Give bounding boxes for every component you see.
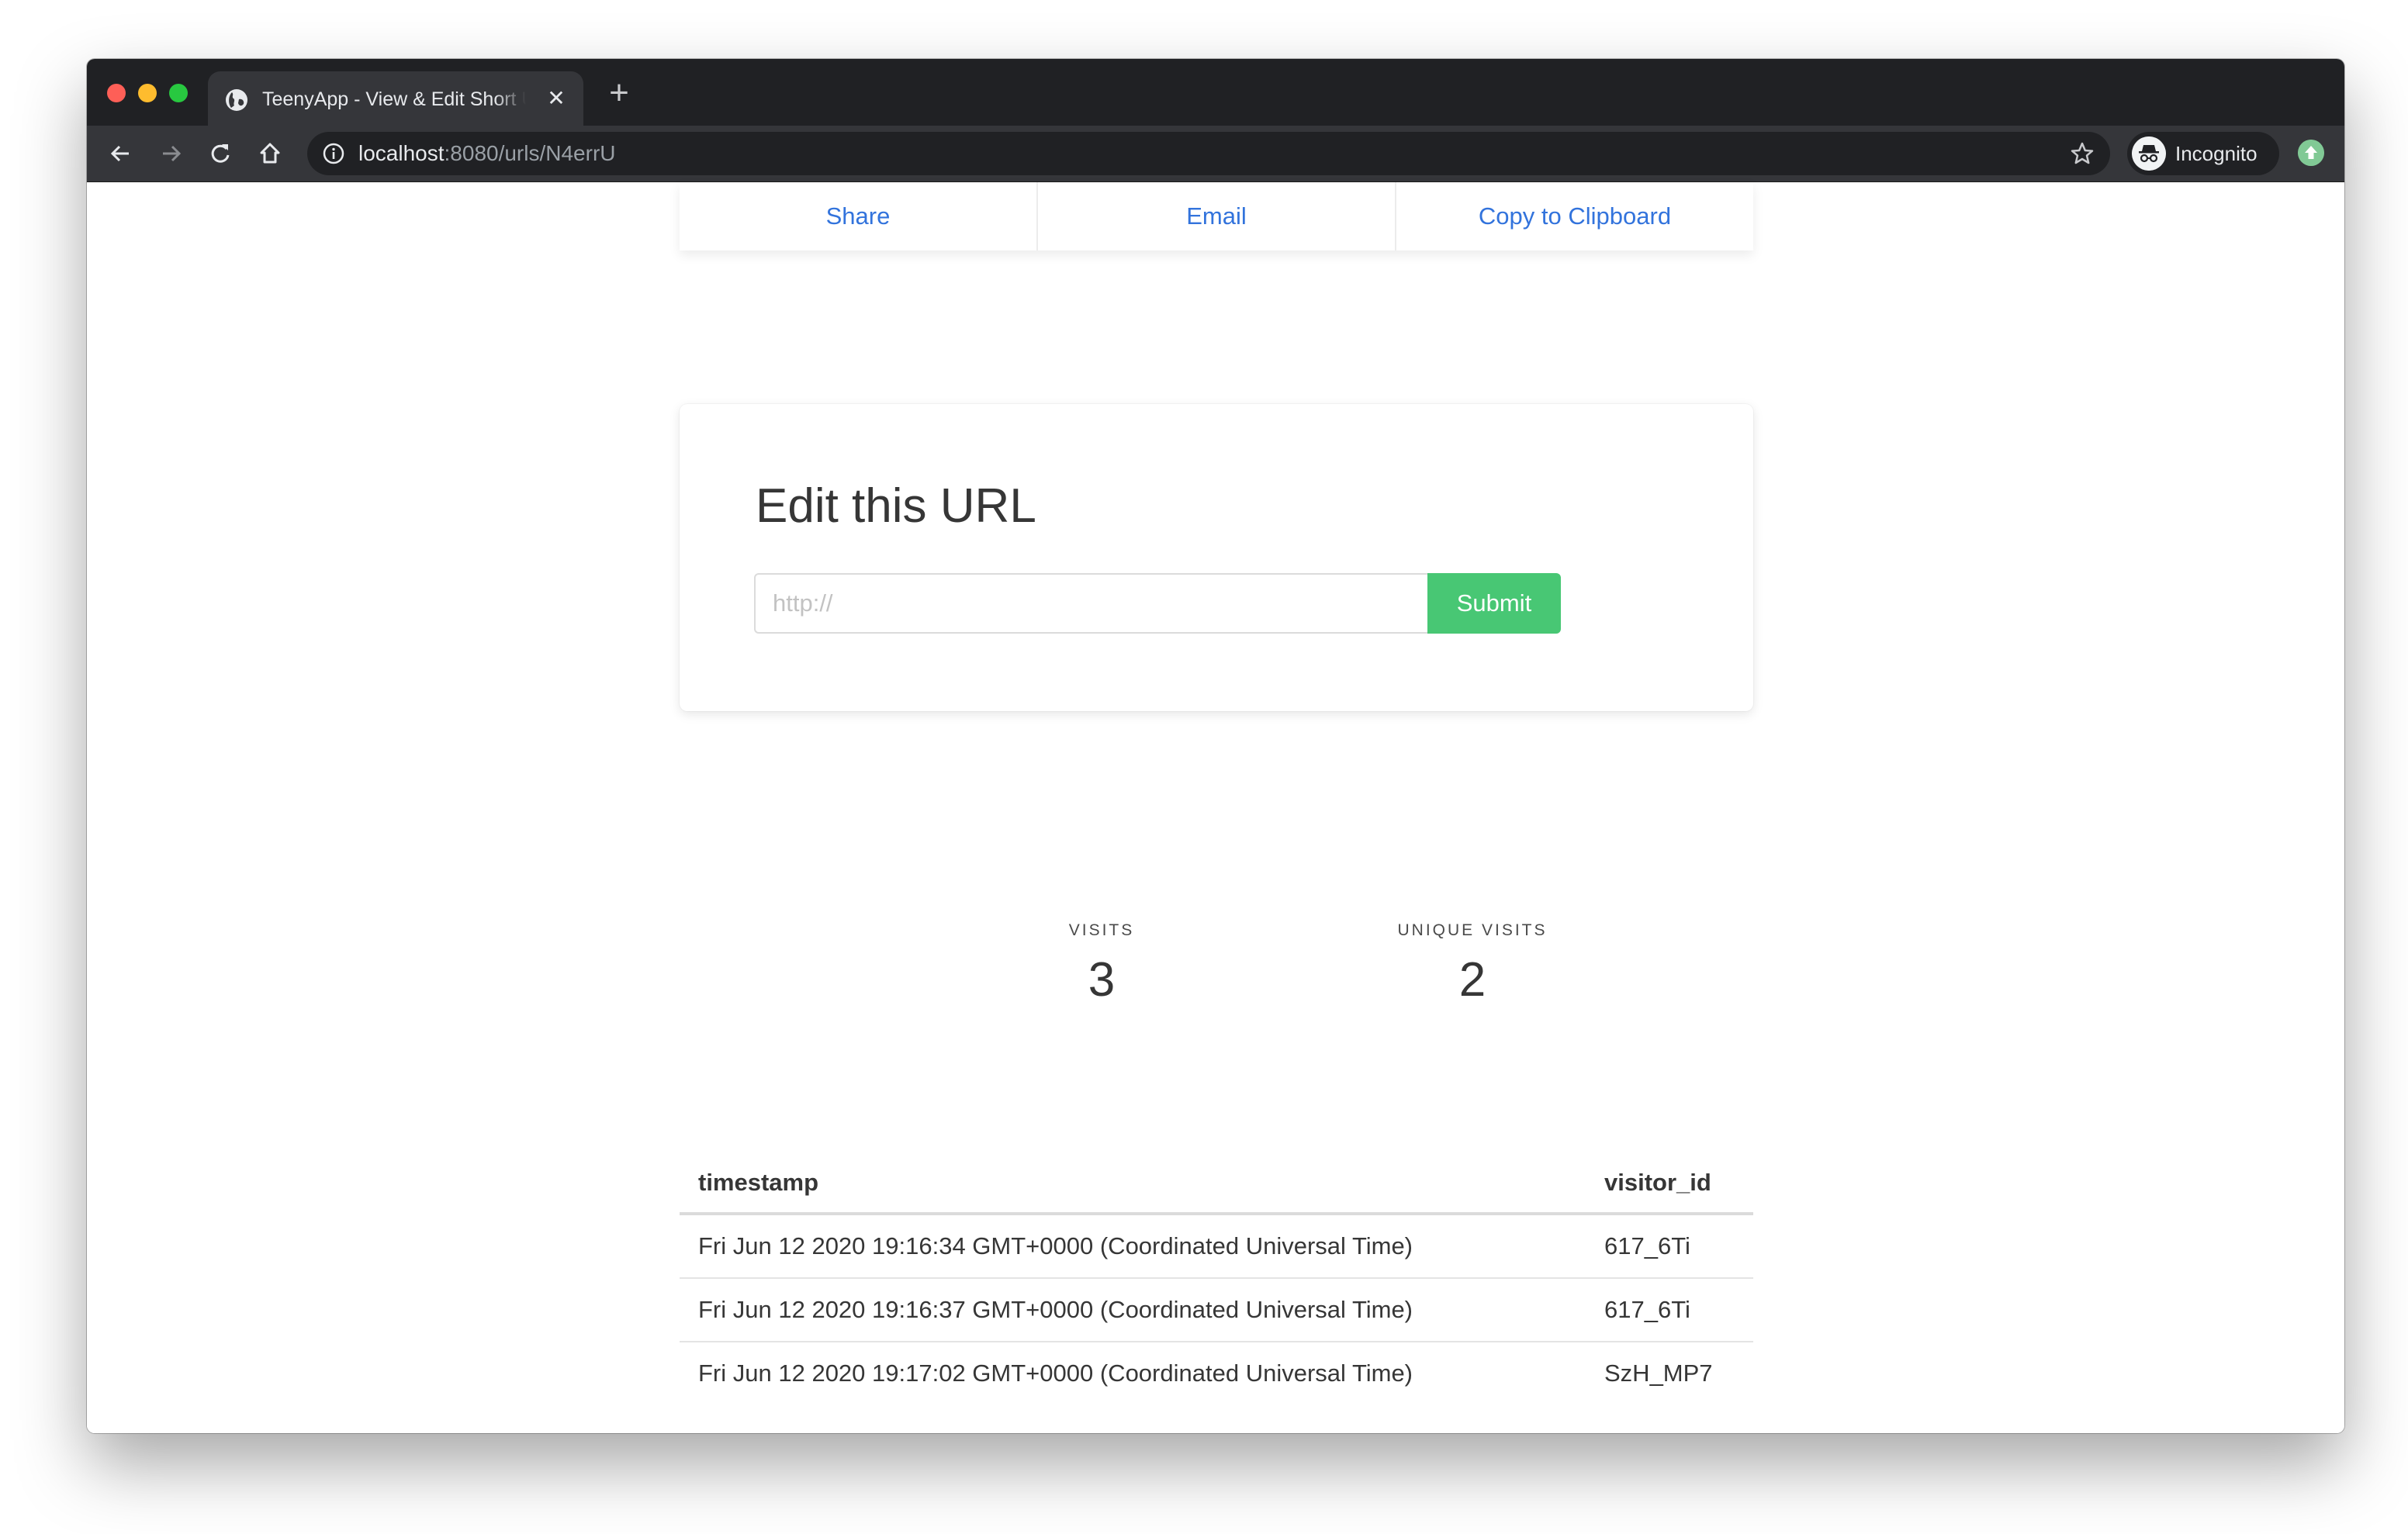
table-row: Fri Jun 12 2020 19:17:02 GMT+0000 (Coord…	[680, 1342, 1753, 1404]
maximize-window-button[interactable]	[169, 84, 188, 102]
star-icon[interactable]	[2068, 140, 2096, 168]
visits-label: VISITS	[1068, 921, 1135, 939]
visits-value: 3	[1088, 953, 1116, 1007]
info-icon[interactable]	[323, 143, 344, 164]
visits-table: timestamp visitor_id Fri Jun 12 2020 19:…	[680, 1153, 1753, 1404]
globe-icon	[226, 89, 247, 111]
page-viewport: Share Email Copy to Clipboard Edit this …	[87, 182, 2344, 1433]
browser-tab[interactable]: TeenyApp - View & Edit Short URL ✕	[208, 71, 583, 126]
url-path: :8080/urls/N4errU	[444, 141, 616, 165]
table-row: Fri Jun 12 2020 19:16:37 GMT+0000 (Coord…	[680, 1278, 1753, 1342]
email-link[interactable]: Email	[1038, 182, 1396, 250]
incognito-profile-button[interactable]: Incognito	[2127, 132, 2279, 175]
arrow-right-icon[interactable]	[154, 136, 188, 171]
timestamp-cell: Fri Jun 12 2020 19:16:37 GMT+0000 (Coord…	[680, 1278, 1586, 1342]
plus-icon[interactable]: +	[604, 76, 635, 110]
share-bar: Share Email Copy to Clipboard	[680, 182, 1753, 250]
timestamp-cell: Fri Jun 12 2020 19:16:34 GMT+0000 (Coord…	[680, 1214, 1586, 1279]
url-host: localhost	[358, 141, 445, 165]
close-window-button[interactable]	[107, 84, 126, 102]
incognito-label: Incognito	[2175, 142, 2258, 165]
tab-title: TeenyApp - View & Edit Short URL	[262, 88, 526, 110]
column-header-visitor-id: visitor_id	[1586, 1153, 1753, 1215]
close-icon[interactable]: ✕	[545, 87, 568, 110]
reload-icon[interactable]	[203, 136, 237, 171]
table-row: Fri Jun 12 2020 19:16:34 GMT+0000 (Coord…	[680, 1214, 1753, 1279]
unique-visits-value: 2	[1458, 953, 1486, 1007]
column-header-timestamp: timestamp	[680, 1153, 1586, 1215]
url-input[interactable]	[754, 573, 1427, 634]
edit-url-card: Edit this URL Submit	[680, 404, 1753, 711]
submit-button[interactable]: Submit	[1427, 573, 1561, 634]
visitor-id-cell: 617_6Ti	[1586, 1214, 1753, 1279]
minimize-window-button[interactable]	[138, 84, 157, 102]
visits-stat: VISITS 3	[993, 919, 1210, 1007]
tab-strip: TeenyApp - View & Edit Short URL ✕ +	[87, 59, 2344, 126]
visitor-id-cell: 617_6Ti	[1586, 1278, 1753, 1342]
copy-to-clipboard-link[interactable]: Copy to Clipboard	[1396, 182, 1753, 250]
edit-url-title: Edit this URL	[756, 479, 1036, 533]
table-header-row: timestamp visitor_id	[680, 1153, 1753, 1215]
browser-window: TeenyApp - View & Edit Short URL ✕ + loc…	[87, 59, 2344, 1433]
unique-visits-label: UNIQUE VISITS	[1397, 921, 1548, 939]
share-link[interactable]: Share	[680, 182, 1038, 250]
home-icon[interactable]	[253, 136, 287, 171]
address-bar[interactable]: localhost:8080/urls/N4errU	[307, 132, 2110, 175]
url-text[interactable]: localhost:8080/urls/N4errU	[358, 140, 616, 168]
visitor-id-cell: SzH_MP7	[1604, 1360, 1713, 1387]
incognito-icon	[2132, 136, 2166, 171]
unique-visits-stat: UNIQUE VISITS 2	[1333, 919, 1612, 1007]
arrow-left-icon[interactable]	[104, 136, 138, 171]
browser-toolbar: localhost:8080/urls/N4errU Incognito	[87, 126, 2344, 182]
update-arrow-icon[interactable]	[2298, 140, 2324, 166]
timestamp-cell: Fri Jun 12 2020 19:17:02 GMT+0000 (Coord…	[698, 1360, 1413, 1387]
